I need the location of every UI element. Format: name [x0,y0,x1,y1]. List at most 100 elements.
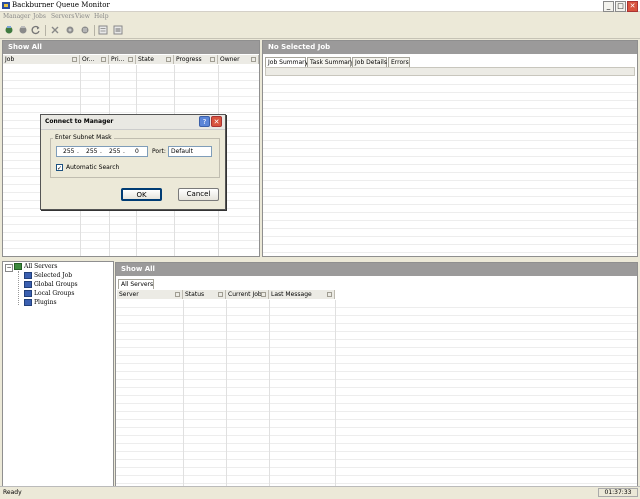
menu-view[interactable]: View [75,13,90,20]
sort-icon [327,292,332,297]
status-clock: 01:37:33 [598,488,638,497]
tree-item-all-servers[interactable]: All Servers [24,263,58,270]
plugins-icon [24,299,32,306]
subnet-dot: . [123,148,125,155]
status-bar: Ready 01:37:33 [0,486,640,499]
sort-icon [72,57,77,62]
connect-dialog: Connect to Manager ? ✕ Enter Subnet Mask… [40,114,226,210]
selected-job-icon [24,272,32,279]
column-header-status[interactable]: Status [183,290,226,299]
ok-button[interactable]: OK [121,188,162,201]
sort-icon [251,57,256,62]
suspend-icon[interactable] [80,25,90,35]
tree-item-global-groups[interactable]: Global Groups [34,281,78,288]
column-divider [269,300,270,486]
automatic-search-label: Automatic Search [66,164,120,171]
server-tree-panel: − All Servers Selected Job Global Groups… [2,261,114,487]
subnet-mask-field: 255 . 255 . 255 . 0 [56,146,148,157]
column-label: Or... [82,56,95,63]
column-divider [335,300,336,486]
job-summary-list[interactable] [263,77,637,256]
column-header-owner[interactable]: Owner [218,55,259,64]
panel-title: No Selected Job [263,41,637,54]
column-divider [183,300,184,486]
menu-manager[interactable]: Manager [3,13,30,20]
sort-icon [101,57,106,62]
tab-all-servers[interactable]: All Servers [118,279,154,289]
status-text: Ready [3,489,22,496]
tree-collapse-icon[interactable]: − [5,264,13,272]
cancel-button[interactable]: Cancel [178,188,219,201]
menu-jobs[interactable]: Jobs [33,13,46,20]
global-groups-icon [24,281,32,288]
column-header-state[interactable]: State [136,55,174,64]
dialog-title: Connect to Manager [45,118,114,125]
server-group-icon [14,263,22,270]
subnet-octet-3[interactable]: 255 [109,147,120,156]
sort-icon [175,292,180,297]
column-label: Status [185,291,205,298]
servers-table-body[interactable] [116,300,637,486]
automatic-search-checkbox[interactable]: ✓ [56,164,63,172]
tab-job-details[interactable]: Job Details [352,57,387,67]
tab-job-summary[interactable]: Job Summary [265,57,308,67]
jobs-table-header: Job Or... Pri... State Progress Owner [3,55,259,64]
toolbar-separator [94,25,95,36]
port-label: Port: [152,148,166,155]
sort-icon [128,57,133,62]
column-label: Server [119,291,139,298]
column-divider [226,300,227,486]
tree-item-plugins[interactable]: Plugins [34,299,57,306]
column-label: Progress [176,56,202,63]
subnet-group-label: Enter Subnet Mask [53,134,114,141]
column-label: State [138,56,154,63]
sort-icon [210,57,215,62]
sort-icon [261,292,266,297]
column-label: Pri... [111,56,125,63]
connect-icon[interactable] [4,25,14,35]
subnet-dot: . [77,148,79,155]
properties-icon[interactable] [113,25,123,35]
disconnect-icon[interactable] [18,25,28,35]
menu-help[interactable]: Help [94,13,109,20]
subnet-octet-1[interactable]: 255 [63,147,74,156]
subnet-dot: . [100,148,102,155]
menu-servers[interactable]: Servers [51,13,74,20]
toolbar [0,23,640,39]
tab-errors[interactable]: Errors [388,57,410,67]
minimize-button[interactable]: _ [603,1,614,12]
column-label: Job [5,56,15,63]
column-header-last-message[interactable]: Last Message [269,290,335,299]
close-button[interactable]: ✕ [627,1,638,12]
job-detail-panel: No Selected Job Job Summary Task Summary… [262,40,638,257]
summary-header [265,67,635,76]
column-header-progress[interactable]: Progress [174,55,218,64]
column-header-current-job[interactable]: Current Job [226,290,269,299]
refresh-icon[interactable] [31,25,41,35]
window-title: Backburner Queue Monitor [12,1,110,9]
tree-item-local-groups[interactable]: Local Groups [34,290,74,297]
subnet-octet-2[interactable]: 255 [86,147,97,156]
sort-icon [218,292,223,297]
maximize-button[interactable]: □ [615,1,626,12]
activate-icon[interactable] [65,25,75,35]
column-header-order[interactable]: Or... [80,55,109,64]
column-header-priority[interactable]: Pri... [109,55,136,64]
panel-title: Show All [116,263,637,276]
tab-task-summary[interactable]: Task Summary [307,57,354,67]
column-label: Current Job [228,291,262,298]
dialog-close-button[interactable]: ✕ [211,116,222,127]
tree-item-selected-job[interactable]: Selected Job [34,272,72,279]
dialog-help-button[interactable]: ? [199,116,210,127]
servers-panel: Show All All Servers Server Status Curre… [115,262,638,487]
port-field[interactable]: Default [168,146,212,157]
column-header-server[interactable]: Server [117,290,183,299]
column-header-job[interactable]: Job [3,55,80,64]
assign-icon[interactable] [98,25,108,35]
toolbar-separator [45,25,46,36]
subnet-octet-4[interactable]: 0 [135,147,139,156]
column-label: Last Message [271,291,312,298]
panel-title: Show All [3,41,259,54]
delete-icon[interactable] [50,25,60,35]
tree-line [18,271,20,305]
